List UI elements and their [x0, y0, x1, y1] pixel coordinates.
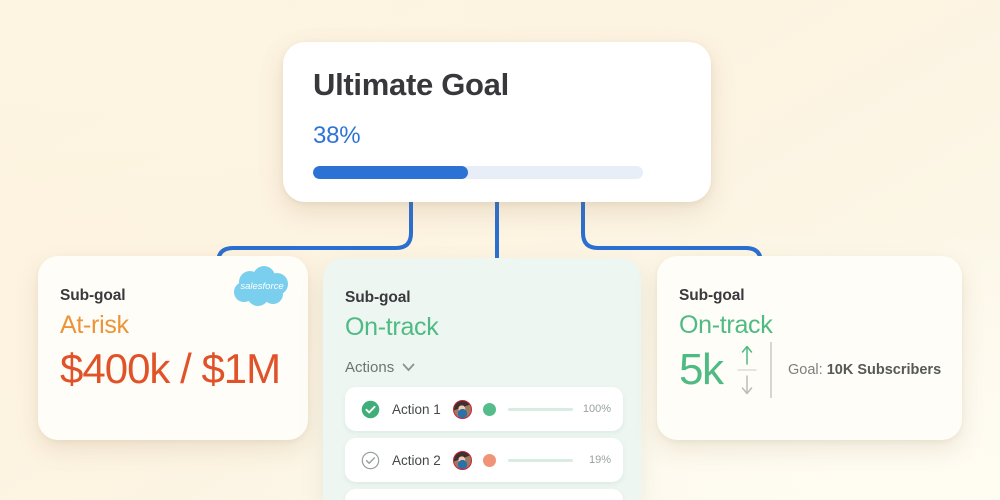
actions-toggle-label: Actions: [345, 359, 395, 377]
goal-tree-canvas: Ultimate Goal 38% Sub-goal At-risk $400k…: [0, 0, 1000, 500]
quantity-stepper[interactable]: [736, 342, 758, 398]
list-item[interactable]: Action 2 19%: [345, 438, 623, 483]
status-dot: [482, 402, 496, 416]
goal-target-value: 10K Subscribers: [826, 362, 942, 379]
chevron-down-icon: [402, 363, 415, 372]
goal-prefix: Goal:: [787, 362, 823, 379]
actions-list: Action 1 100% Action 2 19%: [345, 387, 641, 500]
action-progress-bar: [507, 407, 573, 411]
action-progress-bar: [507, 458, 573, 462]
metric-row: 5k Goal: 10K Subscribers: [679, 342, 962, 399]
sub-goal-label: Sub-goal: [345, 289, 411, 306]
sub-goal-card-left[interactable]: Sub-goal At-risk $400k / $1M salesforce: [38, 256, 308, 440]
goal-progress-fill: [313, 166, 469, 180]
avatar: [452, 399, 472, 419]
sub-goal-label: Sub-goal: [679, 287, 745, 304]
status-badge-on-track: On-track: [345, 313, 439, 341]
goal-progress-percent: 38%: [313, 122, 361, 150]
stepper-up-arrow-icon: [742, 346, 753, 365]
sub-goal-card-middle[interactable]: Sub-goal On-track Actions Action 1 100% …: [323, 258, 641, 500]
goal-progress-bar: [313, 166, 643, 180]
action-label: Action 2: [392, 452, 441, 468]
check-circle-filled-icon[interactable]: [361, 400, 380, 419]
status-badge-at-risk: At-risk: [60, 311, 129, 339]
sub-goal-amount: $400k / $1M: [60, 345, 281, 393]
vertical-divider: [770, 342, 772, 399]
avatar: [452, 450, 472, 470]
svg-text:salesforce: salesforce: [240, 281, 283, 292]
status-badge-on-track: On-track: [679, 311, 773, 339]
sub-goal-target: Goal: 10K Subscribers: [788, 362, 941, 378]
action-label: Action 1: [392, 401, 441, 417]
ultimate-goal-card[interactable]: Ultimate Goal 38%: [283, 42, 711, 202]
check-circle-outline-icon[interactable]: [361, 451, 380, 470]
page-title: Ultimate Goal: [313, 67, 509, 102]
sub-goal-card-right[interactable]: Sub-goal On-track 5k Goal: 10K Subscribe…: [657, 256, 962, 440]
sub-goal-metric-value: 5k: [679, 345, 724, 395]
list-item[interactable]: Action 1 100%: [345, 387, 623, 432]
status-dot: [482, 453, 496, 467]
action-progress-percent: 19%: [588, 454, 611, 467]
salesforce-logo-icon: salesforce: [234, 266, 288, 306]
action-progress-percent: 100%: [582, 403, 611, 416]
list-item[interactable]: [345, 489, 623, 500]
stepper-down-arrow-icon: [742, 375, 753, 395]
actions-dropdown-toggle[interactable]: Actions: [345, 359, 641, 376]
